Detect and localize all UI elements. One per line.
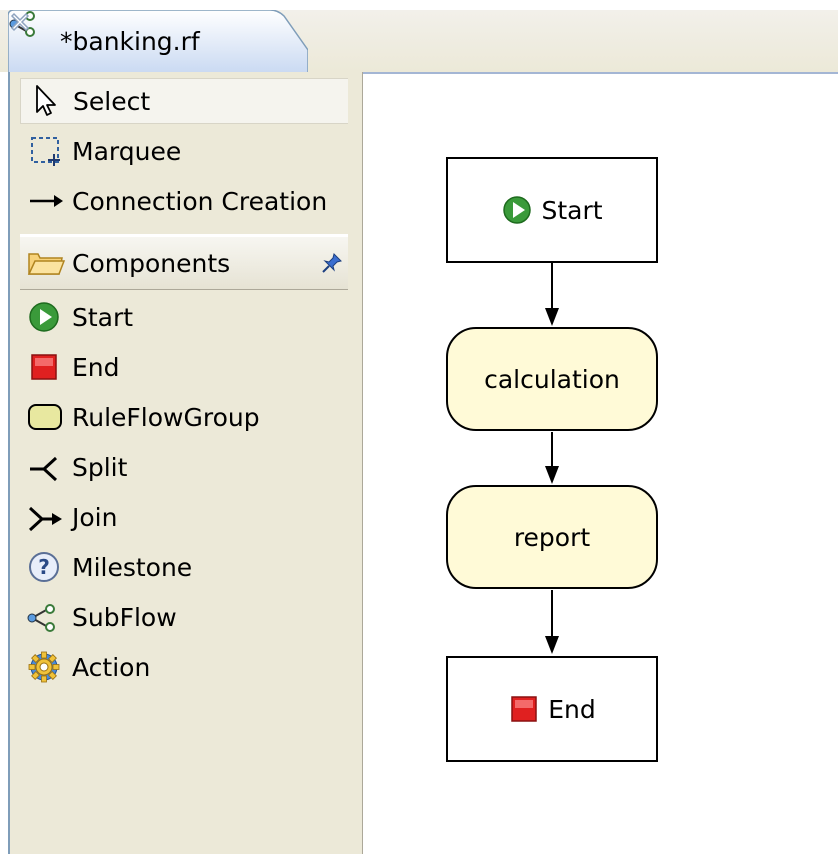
component-label: Action xyxy=(72,652,151,682)
connection-calculation-report xyxy=(545,432,559,484)
component-label: SubFlow xyxy=(72,602,177,632)
action-gear-icon xyxy=(28,651,60,683)
pin-icon[interactable] xyxy=(320,251,344,275)
component-start[interactable]: Start xyxy=(20,294,352,340)
palette-sash[interactable] xyxy=(348,72,363,854)
milestone-icon: ? xyxy=(29,552,59,582)
svg-text:?: ? xyxy=(38,555,50,579)
component-join[interactable]: Join xyxy=(20,494,352,540)
ruleflowgroup-icon xyxy=(28,404,62,430)
end-icon xyxy=(31,354,57,380)
tool-label: Select xyxy=(73,86,151,116)
tool-marquee[interactable]: Marquee xyxy=(20,128,352,174)
node-calculation[interactable]: calculation xyxy=(446,327,658,431)
component-ruleflowgroup[interactable]: RuleFlowGroup xyxy=(20,394,352,440)
tool-connection-creation[interactable]: Connection Creation xyxy=(20,178,352,224)
outer-margin xyxy=(0,72,8,854)
editor-tab-banking[interactable]: *banking.rf xyxy=(8,10,308,74)
start-icon xyxy=(503,196,532,224)
tool-label: Marquee xyxy=(72,136,182,166)
node-label: calculation xyxy=(484,364,620,394)
drawer-components[interactable]: Components xyxy=(20,236,352,290)
palette: Select Marquee Connection Creation Compo… xyxy=(8,72,352,854)
component-split[interactable]: Split xyxy=(20,444,352,490)
join-icon xyxy=(28,506,62,532)
tool-label: Connection Creation xyxy=(72,186,328,216)
component-label: End xyxy=(72,352,120,382)
subflow-icon xyxy=(27,604,55,632)
node-label: Start xyxy=(541,195,603,225)
connection-start-calculation xyxy=(545,262,559,326)
node-report[interactable]: report xyxy=(446,485,658,589)
connection-arrow-icon xyxy=(30,195,63,207)
editor-tab-bar: *banking.rf xyxy=(0,0,838,74)
diagram-canvas[interactable]: Start calculation report End xyxy=(363,74,838,854)
component-label: RuleFlowGroup xyxy=(72,402,260,432)
component-label: Join xyxy=(72,502,118,532)
component-milestone[interactable]: ? Milestone xyxy=(20,544,352,590)
component-label: Milestone xyxy=(72,552,193,582)
component-label: Split xyxy=(72,452,128,482)
tool-select[interactable]: Select xyxy=(20,78,350,124)
close-icon[interactable] xyxy=(8,10,32,34)
node-end[interactable]: End xyxy=(446,656,658,762)
component-action[interactable]: Action xyxy=(20,644,352,690)
node-start[interactable]: Start xyxy=(446,157,658,263)
node-label: report xyxy=(513,522,591,552)
select-arrow-icon xyxy=(36,85,56,116)
component-subflow[interactable]: SubFlow xyxy=(20,594,352,640)
drawer-label: Components xyxy=(72,248,231,278)
folder-open-icon xyxy=(27,253,66,275)
component-end[interactable]: End xyxy=(20,344,352,390)
node-label: End xyxy=(548,694,596,724)
split-icon xyxy=(30,456,58,482)
connection-report-end xyxy=(545,590,559,654)
tab-title: *banking.rf xyxy=(60,27,200,56)
component-label: Start xyxy=(72,302,134,332)
start-icon xyxy=(29,302,59,332)
marquee-icon xyxy=(31,137,60,166)
end-icon xyxy=(511,696,537,722)
